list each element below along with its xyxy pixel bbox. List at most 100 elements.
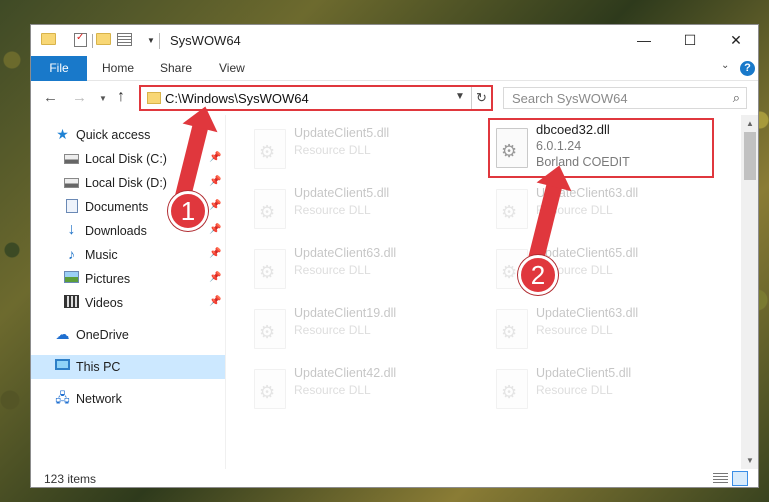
dll-file-icon [496, 189, 528, 229]
sidebar-item-videos[interactable]: Videos 📌 [31, 291, 225, 315]
documents-icon [66, 199, 78, 213]
scroll-up-arrow-icon[interactable]: ▲ [741, 115, 758, 132]
this-pc-icon [55, 359, 70, 370]
maximize-button[interactable]: ☐ [667, 25, 713, 56]
file-tile[interactable]: UpdateClient5.dll Resource DLL [246, 123, 476, 173]
title-bar: ▼ SysWOW64 — ☐ ✕ [31, 25, 758, 56]
tab-share[interactable]: Share [160, 56, 192, 81]
file-tile[interactable]: UpdateClient5.dll Resource DLL [488, 363, 718, 413]
back-arrow-icon[interactable]: ← [43, 89, 58, 106]
recent-locations-chevron-icon[interactable]: ▼ [99, 94, 107, 103]
file-type: Resource DLL [294, 323, 371, 337]
dll-file-icon [496, 369, 528, 409]
up-arrow-icon[interactable]: ↑ [117, 88, 125, 106]
sidebar-item-label: This PC [76, 360, 121, 374]
sidebar-item-label: Pictures [85, 272, 131, 286]
expand-ribbon-chevron-icon[interactable]: ⌄ [721, 60, 729, 71]
tab-file[interactable]: File [31, 56, 87, 81]
file-type: Resource DLL [294, 143, 371, 157]
scroll-down-arrow-icon[interactable]: ▼ [741, 452, 758, 469]
quick-access-toolbar-dropdown-icon[interactable]: ▼ [147, 36, 155, 45]
file-name: UpdateClient63.dll [536, 306, 639, 320]
address-dropdown-chevron-icon[interactable]: ▼ [455, 91, 465, 102]
navigation-bar: ← → ▼ ↑ C:\Windows\SysWOW64 ▼ ↻ ⌕ [31, 81, 758, 115]
file-tile[interactable]: UpdateClient63.dll Resource DLL [488, 303, 718, 353]
sidebar-item-label: Local Disk (D:) [85, 176, 167, 190]
file-explorer-window: ▼ SysWOW64 — ☐ ✕ File Home Share View ⌄ … [30, 24, 759, 488]
pin-icon[interactable]: 📌 [209, 224, 221, 235]
folder-icon [147, 92, 161, 104]
downloads-icon: ↓ [67, 221, 76, 238]
sidebar-item-label: Local Disk (C:) [85, 152, 167, 166]
pin-icon[interactable]: 📌 [209, 152, 221, 163]
file-tile[interactable]: UpdateClient42.dll Resource DLL [246, 363, 476, 413]
file-type: Resource DLL [536, 323, 613, 337]
file-tile[interactable]: UpdateClient63.dll Resource DLL [246, 243, 476, 293]
file-name: UpdateClient42.dll [294, 366, 397, 380]
file-type: Resource DLL [294, 263, 371, 277]
file-type: Resource DLL [294, 203, 371, 217]
dll-file-icon [254, 369, 286, 409]
view-layout-icon[interactable] [117, 33, 132, 46]
pictures-icon [64, 271, 79, 283]
properties-icon[interactable] [74, 32, 87, 47]
file-type: Resource DLL [294, 383, 371, 397]
pin-icon[interactable]: 📌 [209, 272, 221, 283]
music-icon: ♪ [68, 246, 75, 262]
refresh-icon[interactable]: ↻ [471, 87, 491, 109]
sidebar-item-label: Music [85, 248, 118, 262]
sidebar-item-label: Downloads [85, 224, 147, 238]
file-tile[interactable]: UpdateClient19.dll Resource DLL [246, 303, 476, 353]
title-separator [159, 33, 160, 49]
file-tile[interactable]: UpdateClient63.dll Resource DLL [488, 183, 718, 233]
minimize-button[interactable]: — [621, 25, 667, 56]
file-list: UpdateClient5.dll Resource DLL UpdateCli… [226, 115, 741, 469]
tiles-view-icon[interactable] [732, 471, 748, 486]
search-input[interactable] [512, 88, 722, 108]
pin-icon[interactable]: 📌 [209, 200, 221, 211]
tab-view[interactable]: View [219, 56, 245, 81]
pin-icon[interactable]: 📌 [209, 176, 221, 187]
sidebar-item-label: Documents [85, 200, 149, 214]
file-tile-selected[interactable]: dbcoed32.dll 6.0.1.24 Borland COEDIT [488, 118, 714, 178]
file-name: UpdateClient65.dll [536, 246, 639, 260]
onedrive-icon: ☁ [55, 326, 70, 342]
sidebar-item-label: OneDrive [76, 328, 129, 342]
videos-icon [64, 295, 79, 308]
search-icon[interactable]: ⌕ [733, 90, 740, 106]
new-folder-icon[interactable] [96, 33, 111, 45]
drive-icon [64, 154, 79, 164]
details-view-icon[interactable] [713, 473, 728, 484]
item-count: 123 items [44, 472, 97, 486]
file-type: Resource DLL [536, 383, 613, 397]
file-version: 6.0.1.24 [536, 139, 582, 153]
search-box[interactable]: ⌕ [503, 87, 747, 109]
sidebar-item-onedrive[interactable]: ☁ OneDrive [31, 323, 225, 347]
drive-icon [64, 178, 79, 188]
pin-icon[interactable]: 📌 [209, 248, 221, 259]
pin-icon[interactable]: 📌 [209, 296, 221, 307]
tab-home[interactable]: Home [102, 56, 134, 81]
ribbon-tabs: File Home Share View ⌄ ? [31, 56, 758, 81]
file-name: UpdateClient5.dll [294, 126, 390, 140]
toolbar-separator [92, 34, 93, 48]
sidebar-item-label: Quick access [76, 128, 151, 142]
close-button[interactable]: ✕ [713, 25, 758, 56]
file-name: UpdateClient19.dll [294, 306, 397, 320]
dll-file-icon [254, 309, 286, 349]
sidebar-item-this-pc[interactable]: This PC [31, 355, 225, 379]
file-tile[interactable]: UpdateClient5.dll Resource DLL [246, 183, 476, 233]
sidebar-item-network[interactable]: 🖧 Network [31, 387, 225, 411]
help-icon[interactable]: ? [740, 61, 755, 76]
scroll-thumb[interactable] [744, 132, 756, 180]
sidebar-item-pictures[interactable]: Pictures 📌 [31, 267, 225, 291]
sidebar-item-music[interactable]: ♪ Music 📌 [31, 243, 225, 267]
file-name: UpdateClient5.dll [536, 366, 632, 380]
file-name: dbcoed32.dll [536, 122, 610, 137]
folder-icon [41, 33, 56, 45]
vertical-scrollbar[interactable]: ▲ ▼ [741, 115, 758, 469]
forward-arrow-icon[interactable]: → [72, 89, 87, 106]
step-1-badge: 1 [168, 191, 208, 231]
file-name: UpdateClient63.dll [294, 246, 397, 260]
dll-file-icon [254, 249, 286, 289]
